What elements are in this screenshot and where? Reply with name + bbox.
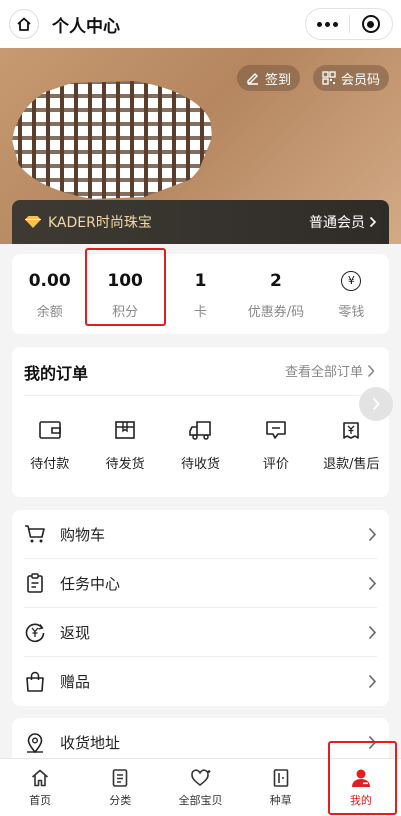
view-all-orders-label: 查看全部订单 <box>284 365 363 380</box>
diamond-icon <box>25 216 41 228</box>
refund-icon <box>343 422 360 439</box>
tab-all-products[interactable]: 全部宝贝 <box>160 759 240 816</box>
order-item-label: 待发货 <box>105 457 145 472</box>
chevron-right-icon <box>368 674 377 689</box>
stat-balance[interactable]: 0.00 余额 <box>12 254 87 334</box>
home-button[interactable] <box>9 9 39 39</box>
tab-label: 首页 <box>29 793 52 807</box>
tab-label: 全部宝贝 <box>178 793 223 807</box>
cashback-icon <box>25 623 45 643</box>
home-icon <box>32 769 49 786</box>
order-item-label: 待付款 <box>30 457 70 472</box>
heart-sparkle-icon <box>190 768 210 786</box>
menu-item-label: 赠品 <box>60 673 91 691</box>
highlight-box-points <box>85 248 166 326</box>
top-bar: 个人中心 <box>0 0 401 48</box>
account-stats: 0.00 余额 100 积分 1 卡 2 优惠券/码 ¥ 零钱 <box>12 254 389 334</box>
wallet-icon <box>38 421 61 439</box>
member-level[interactable]: 普通会员 <box>309 212 377 232</box>
chevron-right-icon <box>372 397 380 411</box>
orders-card: 我的订单 查看全部订单 待付款 待发货 待收货 评价 退款/售后 <box>12 347 393 497</box>
clipboard-icon <box>27 573 43 593</box>
menu-item-label: 收货地址 <box>60 734 121 752</box>
home-icon <box>17 17 31 31</box>
order-pending-receipt[interactable]: 待收货 <box>163 419 238 472</box>
stat-value: 0.00 <box>28 270 71 291</box>
order-review[interactable]: 评价 <box>238 419 313 472</box>
order-status-list: 待付款 待发货 待收货 评价 退款/售后 <box>12 419 389 472</box>
close-button[interactable] <box>350 9 393 39</box>
brand: KADER时尚珠宝 <box>24 212 152 232</box>
stat-cards[interactable]: 1 卡 <box>163 254 238 334</box>
menu-item-cashback[interactable]: 返现 <box>24 608 377 657</box>
target-icon <box>361 15 380 33</box>
more-dots-icon <box>316 21 338 27</box>
stat-label: 优惠券/码 <box>247 304 305 320</box>
order-pending-payment[interactable]: 待付款 <box>12 419 87 472</box>
menu-item-cart[interactable]: 购物车 <box>24 510 377 559</box>
tab-label: 分类 <box>109 793 132 807</box>
stat-label: 卡 <box>194 304 208 320</box>
page-title: 个人中心 <box>52 17 120 37</box>
member-level-label: 普通会员 <box>309 215 365 231</box>
menu-item-label: 购物车 <box>60 525 106 544</box>
service-menu: 购物车 任务中心 返现 赠品 <box>12 510 389 706</box>
gift-bag-icon <box>26 671 44 692</box>
scroll-right-button[interactable] <box>359 387 393 421</box>
order-item-label: 评价 <box>262 457 289 472</box>
profile-hero: 签到 会员码 KADER时尚珠宝 普通会员 <box>0 48 401 244</box>
order-refund[interactable]: 退款/售后 <box>314 419 389 472</box>
door-icon <box>273 768 289 787</box>
tab-home[interactable]: 首页 <box>0 759 80 816</box>
order-pending-shipment[interactable]: 待发货 <box>87 419 162 472</box>
sign-in-button[interactable]: 签到 <box>237 65 301 91</box>
view-all-orders-link[interactable]: 查看全部订单 <box>285 361 375 380</box>
stat-coupons[interactable]: 2 优惠券/码 <box>238 254 313 334</box>
tab-discover[interactable]: 种草 <box>241 759 321 816</box>
stat-label: 零钱 <box>338 304 365 320</box>
chevron-right-icon <box>368 625 377 639</box>
category-icon <box>112 768 128 787</box>
comment-icon <box>266 421 286 439</box>
location-icon <box>27 732 43 753</box>
avatar-placeholder <box>12 80 212 200</box>
chevron-right-icon <box>369 216 377 228</box>
menu-item-label: 任务中心 <box>60 574 121 593</box>
pen-icon <box>247 73 258 85</box>
highlight-box-mine-tab <box>328 741 397 815</box>
member-code-button[interactable]: 会员码 <box>313 65 390 91</box>
sign-in-label: 签到 <box>265 72 292 88</box>
chevron-right-icon <box>368 527 377 541</box>
order-item-label: 退款/售后 <box>323 457 380 472</box>
truck-icon <box>188 421 211 440</box>
stat-value: ¥ <box>341 269 362 293</box>
package-icon <box>115 421 135 439</box>
orders-divider <box>24 395 377 396</box>
mini-program-capsule <box>305 8 393 40</box>
stat-value: 2 <box>270 270 282 291</box>
stat-label: 余额 <box>36 304 63 320</box>
more-button[interactable] <box>306 9 349 39</box>
yuan-icon: ¥ <box>341 270 362 291</box>
qr-code-icon <box>322 71 336 85</box>
menu-item-task-center[interactable]: 任务中心 <box>24 559 377 608</box>
menu-item-label: 返现 <box>60 623 91 642</box>
member-bar[interactable]: KADER时尚珠宝 普通会员 <box>12 200 389 244</box>
brand-name: KADER时尚珠宝 <box>48 215 152 231</box>
menu-item-gifts[interactable]: 赠品 <box>24 657 377 706</box>
cart-icon <box>25 525 45 543</box>
tab-label: 种草 <box>269 793 292 807</box>
order-item-label: 待收货 <box>181 457 221 472</box>
chevron-right-icon <box>367 364 375 377</box>
stat-change[interactable]: ¥ 零钱 <box>314 254 389 334</box>
tab-category[interactable]: 分类 <box>80 759 160 816</box>
orders-title: 我的订单 <box>24 364 89 383</box>
member-code-label: 会员码 <box>341 72 381 88</box>
chevron-right-icon <box>368 576 377 590</box>
stat-value: 1 <box>194 270 207 291</box>
